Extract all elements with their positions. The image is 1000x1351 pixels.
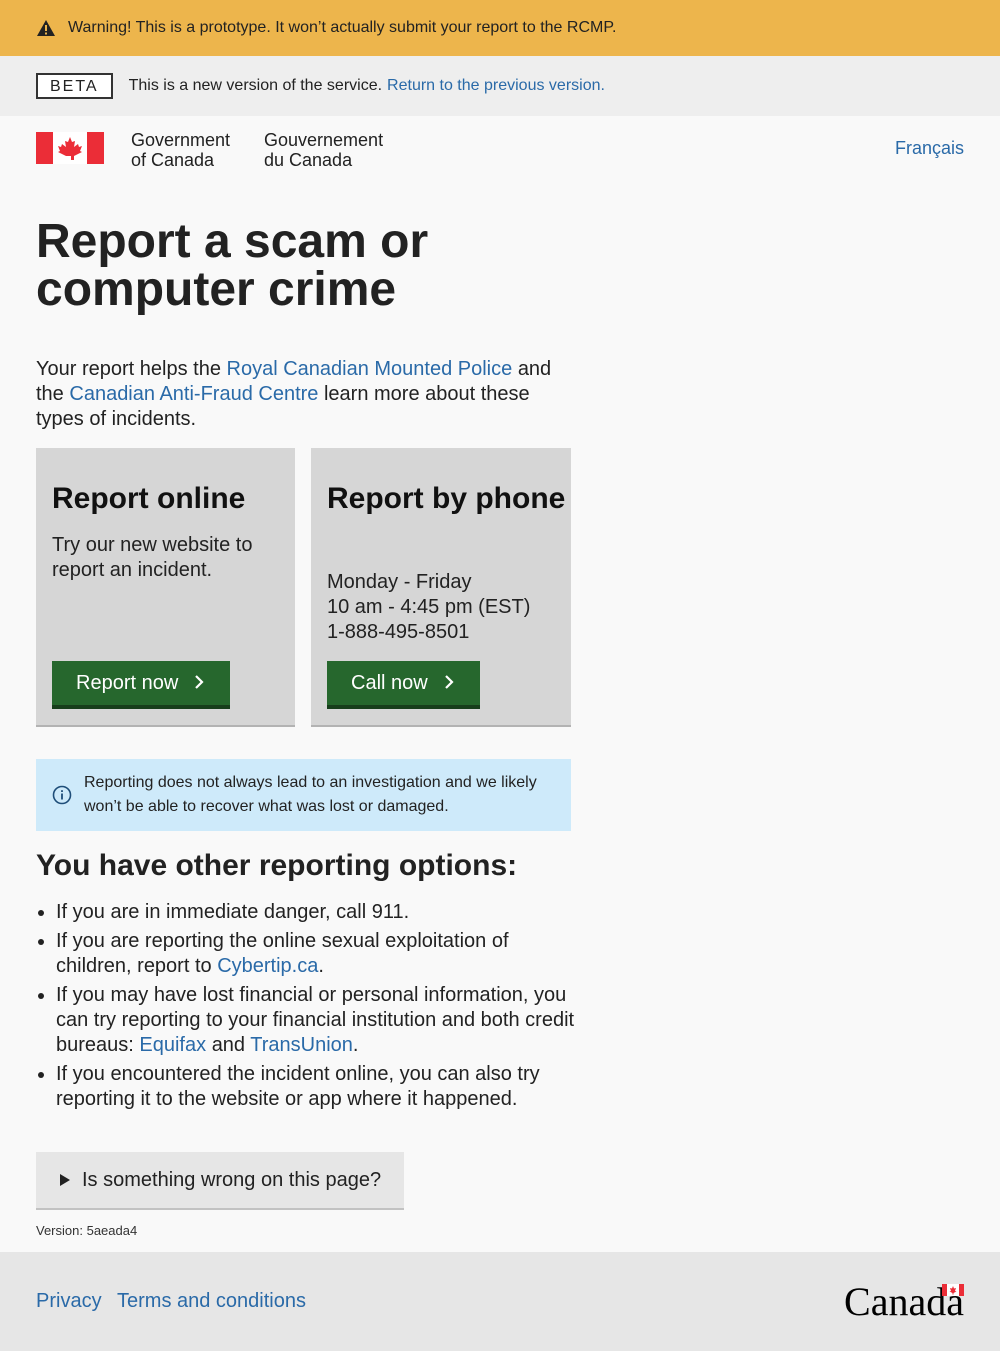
warning-triangle-icon <box>37 20 55 36</box>
list-item: If you encountered the incident online, … <box>56 1062 576 1112</box>
language-toggle-link[interactable]: Français <box>895 138 964 159</box>
chevron-right-icon <box>444 672 454 695</box>
report-online-title: Report online <box>52 482 246 515</box>
other-options-heading: You have other reporting options: <box>36 849 518 882</box>
option-online: If you encountered the incident online, … <box>56 1063 540 1110</box>
phone-hours-time: 10 am - 4:45 pm (EST) <box>327 596 531 618</box>
transunion-link[interactable]: TransUnion <box>250 1034 353 1056</box>
info-notice: Reporting does not always lead to an inv… <box>36 759 571 831</box>
option-emergency: If you are in immediate danger, call 911… <box>56 901 410 923</box>
gov-fr-line2: du Canada <box>264 150 353 170</box>
government-of-canada-en: Government of Canada <box>131 130 230 170</box>
version-label: Version: 5aeada4 <box>36 1223 138 1238</box>
equifax-link[interactable]: Equifax <box>139 1034 206 1056</box>
phone-hours: Monday - Friday 10 am - 4:45 pm (EST) 1-… <box>327 570 557 645</box>
report-now-label: Report now <box>76 671 179 694</box>
canada-flag-icon <box>36 132 104 164</box>
phone-hours-days: Monday - Friday <box>327 571 472 593</box>
site-footer: Privacy Terms and conditions Canada <box>0 1252 1000 1351</box>
beta-text: This is a new version of the service. <box>128 77 383 94</box>
beta-banner: BETA This is a new version of the servic… <box>0 56 1000 116</box>
previous-version-link[interactable]: Return to the previous version. <box>387 77 605 95</box>
terms-link[interactable]: Terms and conditions <box>117 1290 306 1313</box>
call-now-label: Call now <box>351 671 428 694</box>
phone-number: 1-888-495-8501 <box>327 621 470 643</box>
beta-tag: BETA <box>36 73 113 99</box>
info-text: Reporting does not always lead to an inv… <box>84 774 537 815</box>
warning-text: This is a prototype. It won’t actually s… <box>135 19 617 36</box>
list-item: If you are in immediate danger, call 911… <box>56 900 576 925</box>
option-financial-and: and <box>211 1034 246 1056</box>
privacy-link[interactable]: Privacy <box>36 1290 102 1313</box>
cybertip-link[interactable]: Cybertip.ca <box>217 955 318 977</box>
report-by-phone-title: Report by phone <box>327 482 566 515</box>
report-problem-label: Is something wrong on this page? <box>82 1168 382 1191</box>
other-options-list: If you are in immediate danger, call 911… <box>56 900 576 1116</box>
canada-wordmark-flag-icon <box>942 1284 964 1296</box>
list-item: If you may have lost financial or person… <box>56 983 576 1058</box>
intro-part1: Your report helps the <box>36 358 221 380</box>
list-item: If you are reporting the online sexual e… <box>56 929 576 979</box>
report-problem-toggle[interactable]: Is something wrong on this page? <box>36 1152 404 1210</box>
prototype-warning-banner: Warning! This is a prototype. It won’t a… <box>0 0 1000 56</box>
chevron-right-icon <box>194 672 204 695</box>
triangle-right-icon <box>60 1174 70 1186</box>
warning-label: Warning! <box>68 19 132 36</box>
site-header: Government of Canada Gouvernement du Can… <box>0 116 1000 196</box>
report-now-button[interactable]: Report now <box>52 661 230 709</box>
government-of-canada-fr: Gouvernement du Canada <box>264 130 383 170</box>
gov-fr-line1: Gouvernement <box>264 130 384 150</box>
info-circle-icon <box>52 785 72 805</box>
report-online-text: Try our new website to report an inciden… <box>52 534 253 581</box>
rcmp-link[interactable]: Royal Canadian Mounted Police <box>227 358 513 380</box>
gov-en-line1: Government <box>131 130 231 150</box>
report-online-card: Report online Try our new website to rep… <box>36 448 295 727</box>
gov-en-line2: of Canada <box>131 150 215 170</box>
page-title: Report a scam or computer crime <box>36 215 429 316</box>
cafc-link[interactable]: Canadian Anti-Fraud Centre <box>69 383 318 405</box>
report-by-phone-card: Report by phone Monday - Friday 10 am - … <box>311 448 571 727</box>
intro-paragraph: Your report helps the Royal Canadian Mou… <box>36 357 576 432</box>
call-now-button[interactable]: Call now <box>327 661 480 709</box>
